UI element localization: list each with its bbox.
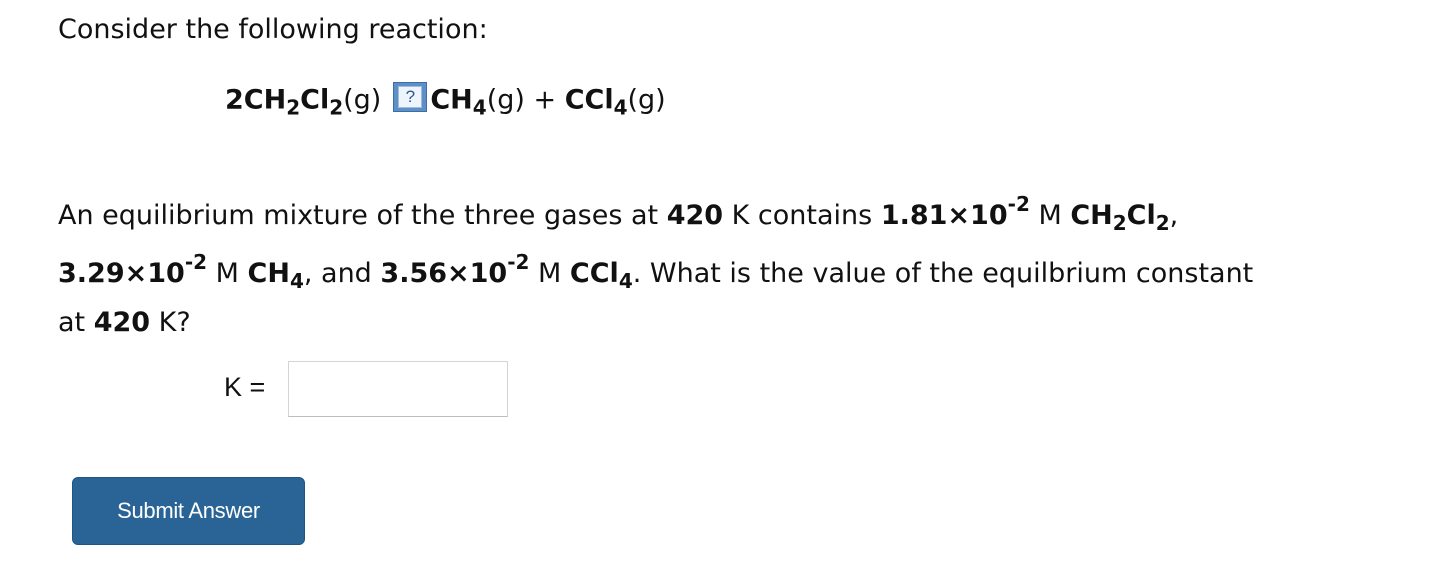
product-1-state: (g) +: [486, 84, 565, 116]
subscript: 2: [1112, 211, 1127, 235]
text: K?: [150, 307, 191, 338]
concentration-ch2cl2: 1.81×10: [880, 200, 1008, 231]
reactant-coef: 2CH: [225, 84, 287, 116]
text: M: [1029, 200, 1071, 231]
subscript: 4: [618, 269, 633, 293]
text: M: [207, 258, 248, 289]
product-2-sub: 4: [613, 95, 628, 120]
subscript: 2: [1155, 211, 1170, 235]
species-ccl4: CCl: [569, 258, 619, 289]
reactant-sub-1: 2: [286, 95, 301, 120]
question-paragraph-line-1: An equilibrium mixture of the three gase…: [58, 194, 1179, 233]
exponent: -2: [184, 250, 208, 274]
product-1-sub: 4: [472, 95, 487, 120]
text: M: [529, 258, 570, 289]
question-intro: Consider the following reaction:: [58, 14, 488, 45]
species-ch2cl2-a: CH: [1070, 200, 1113, 231]
submit-answer-button[interactable]: Submit Answer: [72, 477, 305, 545]
temperature-value: 420: [93, 307, 151, 338]
species-ch2cl2-b: Cl: [1126, 200, 1156, 231]
k-answer-input[interactable]: [288, 361, 508, 417]
text: K contains: [723, 200, 881, 231]
reactant-sub-2: 2: [329, 95, 344, 120]
concentration-ccl4: 3.56×10: [380, 258, 508, 289]
equilibrium-arrow-help-icon[interactable]: ?: [393, 82, 428, 112]
temperature-value: 420: [666, 200, 724, 231]
product-2-state: (g): [627, 84, 666, 116]
product-2: CCl: [564, 84, 614, 116]
text: at: [58, 307, 94, 338]
product-1: CH: [430, 84, 473, 116]
text: , and: [303, 258, 381, 289]
question-mark-icon: ?: [398, 86, 423, 108]
text: ,: [1169, 200, 1179, 231]
question-paragraph-line-3: at 420 K?: [58, 309, 191, 336]
reactant-state: (g): [343, 84, 382, 116]
exponent: -2: [1007, 192, 1030, 216]
exponent: -2: [507, 250, 530, 274]
reactant-mid: Cl: [300, 84, 330, 116]
text: An equilibrium mixture of the three gase…: [58, 200, 667, 231]
question-paragraph-line-2: 3.29×10-2 M CH4, and 3.56×10-2 M CCl4. W…: [58, 252, 1254, 291]
reaction-equation: 2CH2Cl2(g)? CH4(g) + CCl4(g): [225, 82, 666, 118]
species-ch4: CH: [247, 258, 290, 289]
answer-label: K =: [224, 372, 266, 402]
text: . What is the value of the equilbrium co…: [632, 258, 1254, 289]
concentration-ch4: 3.29×10: [58, 258, 185, 289]
subscript: 4: [289, 269, 304, 293]
